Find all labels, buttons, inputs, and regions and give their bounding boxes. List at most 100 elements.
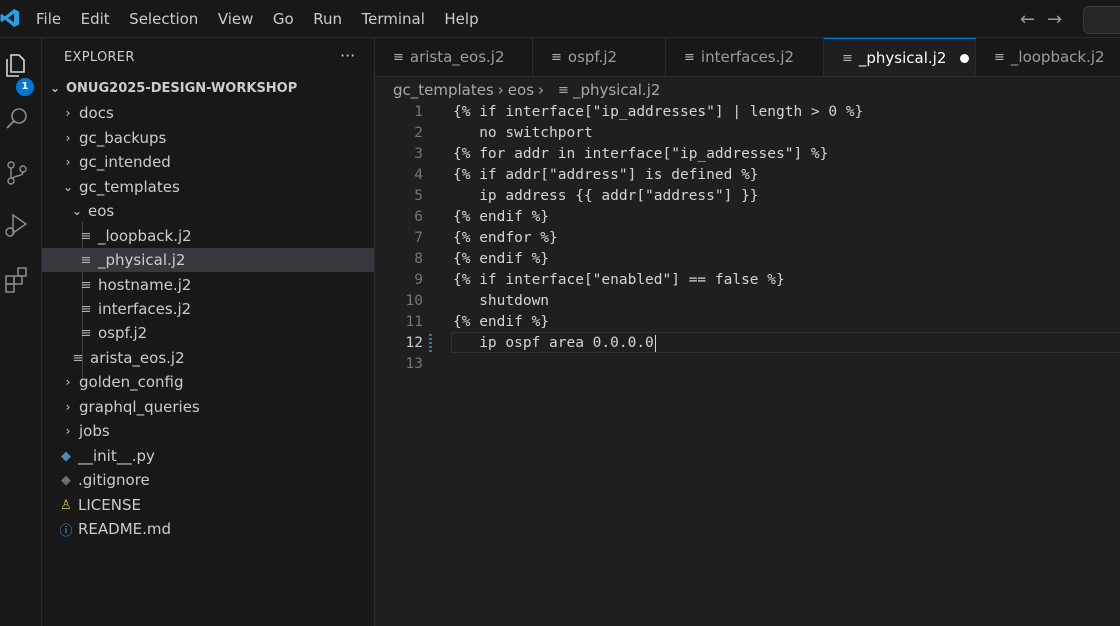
code-editor[interactable]: 1 {% if interface["ip_addresses"] | leng… xyxy=(375,100,1120,626)
code-text[interactable]: {% if interface["enabled"] == false %} xyxy=(453,270,785,291)
breadcrumb-file[interactable]: _physical.j2 xyxy=(573,81,660,99)
tab-loopback[interactable]: ≡ _loopback.j2 xyxy=(976,38,1120,76)
tree-item-ospf-j2[interactable]: ≡ ospf.j2 xyxy=(42,321,374,345)
code-line: 7 {% endfor %} xyxy=(375,228,1120,249)
line-number: 7 xyxy=(414,230,423,246)
tree-item-interfaces-j2[interactable]: ≡ interfaces.j2 xyxy=(42,297,374,321)
menu-help[interactable]: Help xyxy=(444,10,478,28)
menu-view[interactable]: View xyxy=(218,10,254,28)
code-text: ip ospf area 0.0.0.0 xyxy=(453,335,654,351)
tree-item-label: _physical.j2 xyxy=(98,251,186,269)
menu-file[interactable]: File xyxy=(36,10,61,28)
tree-item-label: gc_intended xyxy=(79,153,171,171)
tree-item-loopback-j2[interactable]: ≡ _loopback.j2 xyxy=(42,224,374,248)
files-icon xyxy=(6,54,25,77)
explorer-title: EXPLORER xyxy=(64,50,135,65)
navigation-arrows: ← → xyxy=(1020,9,1062,30)
tab-arista-eos[interactable]: ≡ arista_eos.j2 xyxy=(375,38,533,76)
chevron-right-icon: › xyxy=(497,81,504,99)
search-icon[interactable] xyxy=(2,104,32,134)
line-number: 10 xyxy=(405,293,423,309)
code-text[interactable]: {% endif %} xyxy=(453,207,549,228)
menu-bar: File Edit Selection View Go Run Terminal… xyxy=(36,0,498,38)
tree-item-label: README.md xyxy=(78,520,172,538)
text-cursor xyxy=(654,334,657,352)
forward-arrow-icon[interactable]: → xyxy=(1047,9,1062,30)
tree-item-arista-eos-j2[interactable]: ≡ arista_eos.j2 xyxy=(42,346,374,370)
code-text[interactable]: ip address {{ addr["address"] }} xyxy=(453,186,758,207)
chevron-right-icon: › xyxy=(65,424,71,438)
explorer-icon[interactable]: 1 xyxy=(2,50,34,96)
git-icon: ◆ xyxy=(61,472,71,488)
line-number: 8 xyxy=(414,251,423,267)
chevron-down-icon: ⌄ xyxy=(71,204,83,218)
breadcrumb-eos[interactable]: eos xyxy=(508,81,534,99)
more-actions-icon[interactable]: ··· xyxy=(340,46,355,65)
tree-item-jobs[interactable]: › jobs xyxy=(42,419,374,443)
tree-item-golden-config[interactable]: › golden_config xyxy=(42,370,374,394)
unsaved-dot-icon[interactable] xyxy=(960,53,970,63)
tree-item-graphql-queries[interactable]: › graphql_queries xyxy=(42,395,374,419)
tab-interfaces[interactable]: ≡ interfaces.j2 xyxy=(666,38,824,76)
tab-physical[interactable]: ≡ _physical.j2 xyxy=(824,38,976,76)
tree-item-eos[interactable]: ⌄ eos xyxy=(42,199,374,223)
line-number: 6 xyxy=(414,209,423,225)
code-text[interactable]: {% if addr["address"] is defined %} xyxy=(453,165,759,186)
info-icon: ⓘ xyxy=(59,523,73,539)
tab-label: _physical.j2 xyxy=(858,49,947,67)
line-number: 12 xyxy=(405,335,423,351)
tree-item-label: ospf.j2 xyxy=(98,324,148,342)
code-text[interactable]: {% for addr in interface["ip_addresses"]… xyxy=(453,144,828,165)
code-text[interactable]: {% if interface["ip_addresses"] | length… xyxy=(453,102,863,123)
code-text[interactable]: no switchport xyxy=(453,123,593,144)
code-text[interactable]: {% endif %} xyxy=(453,312,549,333)
tab-label: ospf.j2 xyxy=(567,48,618,66)
tree-item-hostname-j2[interactable]: ≡ hostname.j2 xyxy=(42,273,374,297)
tree-item-gitignore[interactable]: ◆ .gitignore xyxy=(42,468,374,492)
back-arrow-icon[interactable]: ← xyxy=(1020,9,1035,30)
explorer-sidebar: EXPLORER ··· ⌄ ONUG2025-DESIGN-WORKSHOP … xyxy=(42,38,375,626)
extensions-icon[interactable] xyxy=(2,264,32,294)
menu-selection[interactable]: Selection xyxy=(129,10,198,28)
tab-ospf[interactable]: ≡ ospf.j2 xyxy=(533,38,666,76)
code-text-with-cursor[interactable]: ip ospf area 0.0.0.0 xyxy=(453,333,657,354)
file-text-icon: ≡ xyxy=(80,252,92,268)
code-text[interactable]: shutdown xyxy=(453,291,549,312)
menu-go[interactable]: Go xyxy=(273,10,294,28)
breadcrumb: gc_templates › eos › ≡ _physical.j2 xyxy=(393,80,660,100)
menu-terminal[interactable]: Terminal xyxy=(362,10,425,28)
tree-item-physical-j2[interactable]: ≡ _physical.j2 xyxy=(42,248,374,272)
explorer-badge: 1 xyxy=(16,78,34,96)
tree-item-license[interactable]: ♙ LICENSE xyxy=(42,493,374,517)
code-line: 4 {% if addr["address"] is defined %} xyxy=(375,165,1120,186)
file-text-icon: ≡ xyxy=(842,50,853,66)
tree-item-docs[interactable]: › docs xyxy=(42,101,374,125)
line-number: 5 xyxy=(414,188,423,204)
tree-item-gc-backups[interactable]: › gc_backups xyxy=(42,126,374,150)
tree-item-gc-intended[interactable]: › gc_intended xyxy=(42,150,374,174)
command-center-search[interactable] xyxy=(1083,6,1120,34)
file-text-icon: ≡ xyxy=(72,350,84,366)
source-control-icon[interactable] xyxy=(2,158,32,188)
file-text-icon: ≡ xyxy=(80,228,92,244)
tree-item-init-py[interactable]: ◆ __init__.py xyxy=(42,444,374,468)
breadcrumb-gc-templates[interactable]: gc_templates xyxy=(393,81,494,99)
workspace-root[interactable]: ⌄ ONUG2025-DESIGN-WORKSHOP xyxy=(42,76,374,100)
chevron-right-icon: › xyxy=(65,375,71,389)
modified-line-gutter-marker[interactable] xyxy=(429,334,432,353)
menu-edit[interactable]: Edit xyxy=(81,10,110,28)
chevron-down-icon: ⌄ xyxy=(49,81,61,95)
tree-item-label: eos xyxy=(88,202,115,220)
code-line: 6 {% endif %} xyxy=(375,207,1120,228)
code-text[interactable]: {% endfor %} xyxy=(453,228,558,249)
file-text-icon: ≡ xyxy=(684,49,695,65)
code-line: 11 {% endif %} xyxy=(375,312,1120,333)
activity-bar: 1 xyxy=(0,38,42,626)
run-debug-icon[interactable] xyxy=(2,210,32,240)
menu-run[interactable]: Run xyxy=(313,10,342,28)
code-text[interactable]: {% endif %} xyxy=(453,249,549,270)
tree-item-label: jobs xyxy=(79,422,110,440)
tree-item-gc-templates[interactable]: ⌄ gc_templates xyxy=(42,175,374,199)
tree-item-readme[interactable]: ⓘ README.md xyxy=(42,517,374,541)
file-text-icon: ≡ xyxy=(994,49,1005,65)
